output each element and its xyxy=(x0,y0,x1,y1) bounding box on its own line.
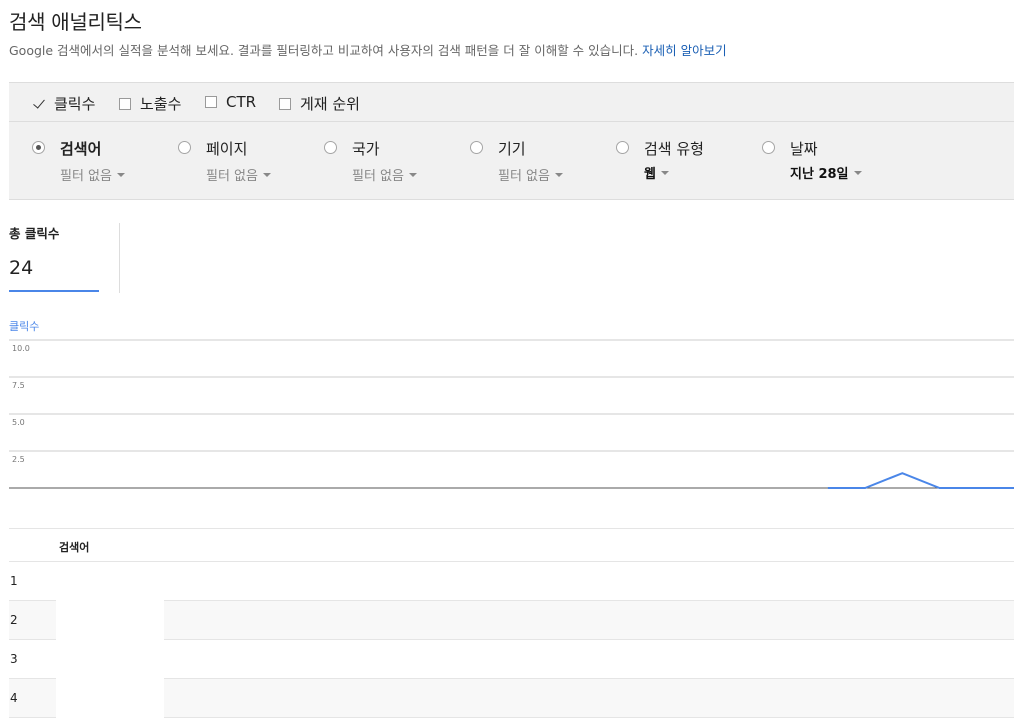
dimension-countries-filter[interactable]: 필터 없음 xyxy=(352,165,417,184)
dimension-queries-label: 검색어 xyxy=(60,140,102,158)
filter-text: 필터 없음 xyxy=(498,169,550,184)
description-text: Google 검색에서의 실적을 분석해 보세요. 결과를 필터링하고 비교하여… xyxy=(9,43,639,58)
metric-impressions-toggle[interactable]: 노출수 xyxy=(119,93,181,114)
table-row[interactable]: 1 xyxy=(9,562,1014,601)
dimension-search-type-label: 검색 유형 xyxy=(644,140,704,158)
caret-down-icon xyxy=(853,171,862,175)
filter-text: 필터 없음 xyxy=(206,169,258,184)
table-row[interactable]: 3 xyxy=(9,640,1014,679)
table-header: 검색어 xyxy=(9,528,1014,562)
caret-down-icon xyxy=(408,173,417,177)
y-tick-label: 5.0 xyxy=(12,418,25,427)
radio-icon[interactable] xyxy=(178,141,191,154)
dimension-devices-label: 기기 xyxy=(498,140,526,158)
filter-text: 지난 28일 xyxy=(790,167,849,182)
caret-down-icon xyxy=(554,173,563,177)
dimension-search-type-filter[interactable]: 웹 xyxy=(644,163,669,182)
y-tick-label: 7.5 xyxy=(12,381,25,390)
metric-clicks-label: 클릭수 xyxy=(54,95,96,113)
metric-position-label: 게재 순위 xyxy=(300,95,360,113)
caret-down-icon xyxy=(660,171,669,175)
radio-icon[interactable] xyxy=(470,141,483,154)
page-description: Google 검색에서의 실적을 분석해 보세요. 결과를 필터링하고 비교하여… xyxy=(9,40,727,59)
dimension-devices-filter[interactable]: 필터 없음 xyxy=(498,165,563,184)
query-cell xyxy=(56,562,164,601)
total-clicks-value: 24 xyxy=(9,257,34,279)
queries-table: 검색어 1 2 3 4 xyxy=(9,528,1014,718)
column-header-queries[interactable]: 검색어 xyxy=(59,539,89,555)
radio-icon[interactable] xyxy=(762,141,775,154)
checkbox-icon xyxy=(205,96,217,108)
dimension-dates-label: 날짜 xyxy=(790,140,818,158)
dimension-pages-filter[interactable]: 필터 없음 xyxy=(206,165,271,184)
query-cell xyxy=(56,679,164,718)
table-row[interactable]: 2 xyxy=(9,601,1014,640)
row-number: 1 xyxy=(10,574,18,588)
dimension-countries-label: 국가 xyxy=(352,140,380,158)
y-tick-label: 2.5 xyxy=(12,455,25,464)
card-selected-indicator xyxy=(9,290,99,292)
clicks-series-line[interactable] xyxy=(827,472,1014,489)
learn-more-link[interactable]: 자세히 알아보기 xyxy=(642,43,726,58)
metric-position-toggle[interactable]: 게재 순위 xyxy=(279,93,360,114)
row-number: 2 xyxy=(10,613,18,627)
dimension-dates-filter[interactable]: 지난 28일 xyxy=(790,163,862,182)
metric-ctr-toggle[interactable]: CTR xyxy=(205,93,256,111)
checkbox-icon xyxy=(119,97,131,110)
page-title: 검색 애널리틱스 xyxy=(9,10,142,34)
card-divider xyxy=(119,223,120,293)
radio-selected-icon[interactable] xyxy=(32,141,45,154)
query-cell xyxy=(56,640,164,679)
caret-down-icon xyxy=(116,173,125,177)
radio-icon[interactable] xyxy=(324,141,337,154)
filter-text: 웹 xyxy=(644,167,656,182)
dimension-queries-filter[interactable]: 필터 없음 xyxy=(60,165,125,184)
total-clicks-card[interactable]: 총 클릭수 24 xyxy=(9,222,99,292)
dimension-selector-bar: 검색어 필터 없음 페이지 필터 없음 국가 필터 없음 기기 필터 없음 검색… xyxy=(9,122,1014,200)
metric-ctr-label: CTR xyxy=(226,93,257,111)
filter-text: 필터 없음 xyxy=(352,169,404,184)
filter-text: 필터 없음 xyxy=(60,169,112,184)
search-analytics-page: 검색 애널리틱스 Google 검색에서의 실적을 분석해 보세요. 결과를 필… xyxy=(0,0,1014,720)
query-cell xyxy=(56,601,164,640)
check-icon xyxy=(33,97,47,111)
metric-impressions-label: 노출수 xyxy=(140,95,182,113)
clicks-chart: 10.0 7.5 5.0 2.5 xyxy=(9,339,1014,489)
total-clicks-label: 총 클릭수 xyxy=(9,226,60,241)
table-row[interactable]: 4 xyxy=(9,679,1014,718)
y-tick-label: 10.0 xyxy=(12,344,30,353)
row-number: 4 xyxy=(10,691,18,705)
dimension-pages-label: 페이지 xyxy=(206,140,248,158)
row-number: 3 xyxy=(10,652,18,666)
checkbox-icon xyxy=(279,97,291,110)
caret-down-icon xyxy=(262,173,271,177)
radio-icon[interactable] xyxy=(616,141,629,154)
metric-clicks-toggle[interactable]: 클릭수 xyxy=(33,93,95,114)
metrics-toolbar: 클릭수 노출수 CTR 게재 순위 xyxy=(9,82,1014,122)
